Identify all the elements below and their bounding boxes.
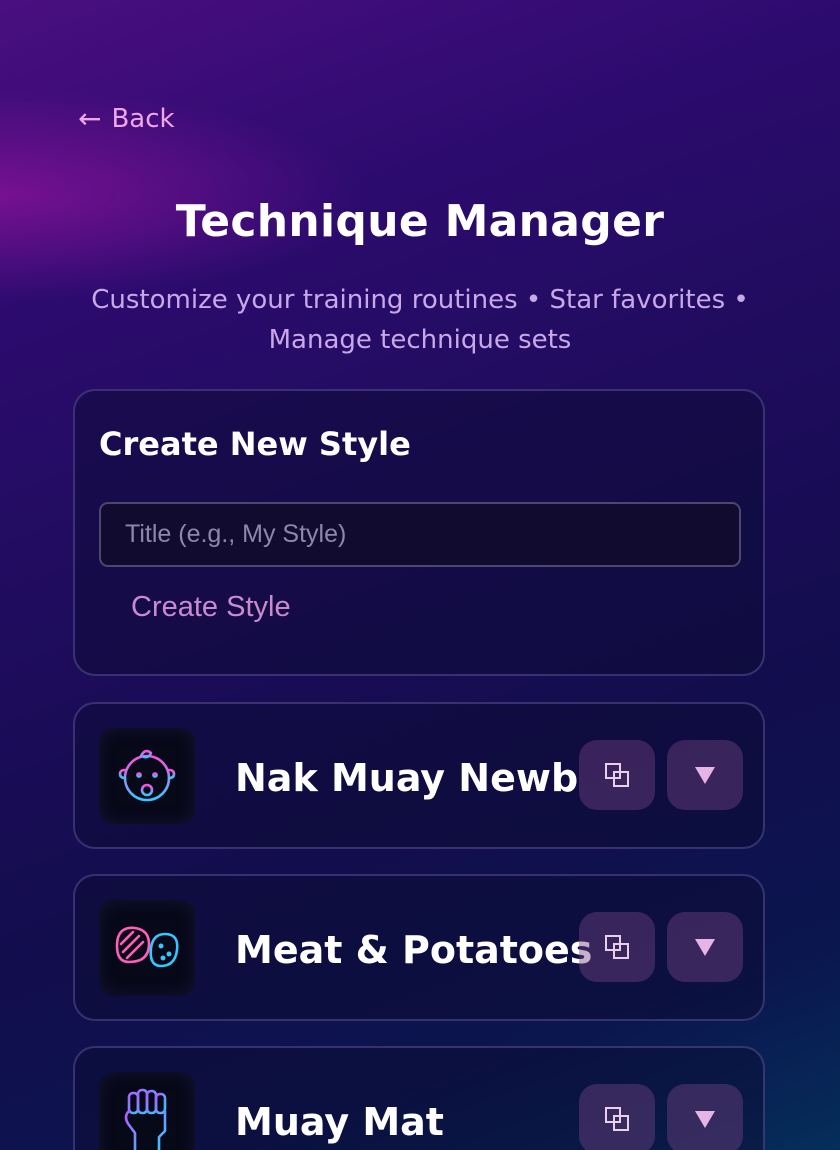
page-title: Technique Manager bbox=[175, 196, 665, 247]
raised-fist-icon bbox=[124, 1088, 167, 1150]
duplicate-icon bbox=[605, 1107, 629, 1131]
back-label: Back bbox=[111, 104, 175, 134]
chevron-down-icon bbox=[695, 1111, 715, 1128]
style-name: Meat & Potatoes bbox=[235, 928, 593, 972]
subtitle-line-1: Customize your training routines • Star … bbox=[91, 285, 749, 315]
duplicate-icon bbox=[605, 763, 629, 787]
style-name: Nak Muay Newb bbox=[235, 756, 579, 800]
style-icon-container bbox=[99, 728, 195, 824]
meat-potato-icon bbox=[115, 926, 179, 968]
duplicate-button[interactable] bbox=[579, 912, 655, 982]
expand-button[interactable] bbox=[667, 912, 743, 982]
style-card[interactable]: Muay Mat bbox=[73, 1046, 765, 1150]
expand-button[interactable] bbox=[667, 740, 743, 810]
duplicate-button[interactable] bbox=[579, 740, 655, 810]
create-style-button[interactable]: Create Style bbox=[131, 591, 291, 624]
page-subtitle: Customize your training routines • Star … bbox=[90, 280, 750, 360]
style-card[interactable]: Meat & Potatoes bbox=[73, 874, 765, 1021]
chevron-down-icon bbox=[695, 767, 715, 784]
style-icon-container bbox=[99, 1072, 195, 1150]
create-style-card: Create New Style Create Style bbox=[73, 389, 765, 676]
style-card[interactable]: Nak Muay Newb bbox=[73, 702, 765, 849]
chevron-down-icon bbox=[695, 939, 715, 956]
baby-icon bbox=[118, 749, 176, 802]
duplicate-icon bbox=[605, 935, 629, 959]
style-icon-container bbox=[99, 900, 195, 996]
back-link[interactable]: ← Back bbox=[78, 104, 175, 134]
duplicate-button[interactable] bbox=[579, 1084, 655, 1150]
style-name: Muay Mat bbox=[235, 1100, 444, 1144]
expand-button[interactable] bbox=[667, 1084, 743, 1150]
subtitle-line-2: Manage technique sets bbox=[268, 325, 572, 355]
create-style-heading: Create New Style bbox=[99, 425, 411, 463]
back-arrow-icon: ← bbox=[78, 102, 102, 135]
style-title-input[interactable] bbox=[99, 502, 741, 567]
